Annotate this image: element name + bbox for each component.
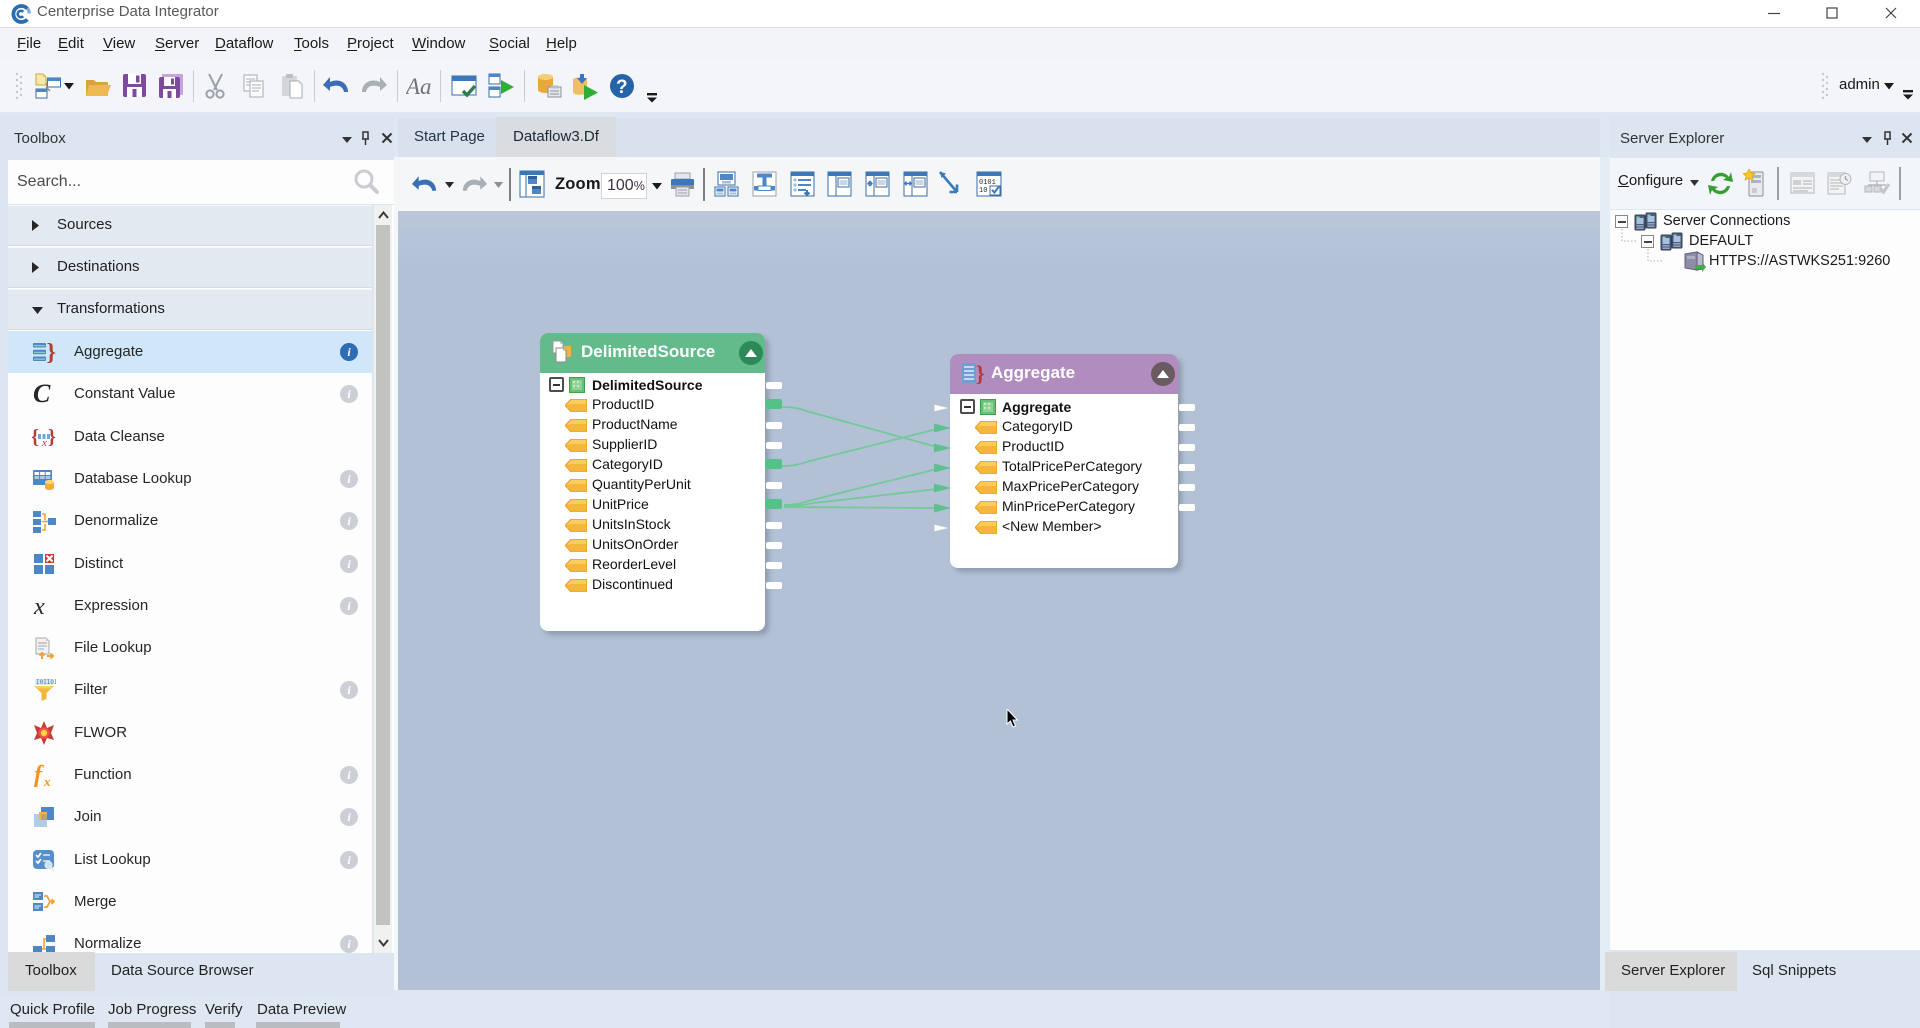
- svg-text:f: f: [34, 763, 44, 787]
- svg-text:{: {: [32, 426, 39, 448]
- svg-text:10: 10: [979, 187, 987, 195]
- svg-text:I0II0I: I0II0I: [36, 679, 56, 686]
- svg-text:x: x: [41, 437, 47, 449]
- svg-text:}: }: [47, 340, 56, 364]
- svg-text:x: x: [43, 774, 51, 787]
- svg-text:x: x: [33, 594, 45, 618]
- svg-text:?: ?: [616, 77, 628, 98]
- svg-text:Aa: Aa: [406, 74, 432, 99]
- svg-text:C: C: [33, 382, 51, 406]
- svg-text:}: }: [976, 362, 985, 386]
